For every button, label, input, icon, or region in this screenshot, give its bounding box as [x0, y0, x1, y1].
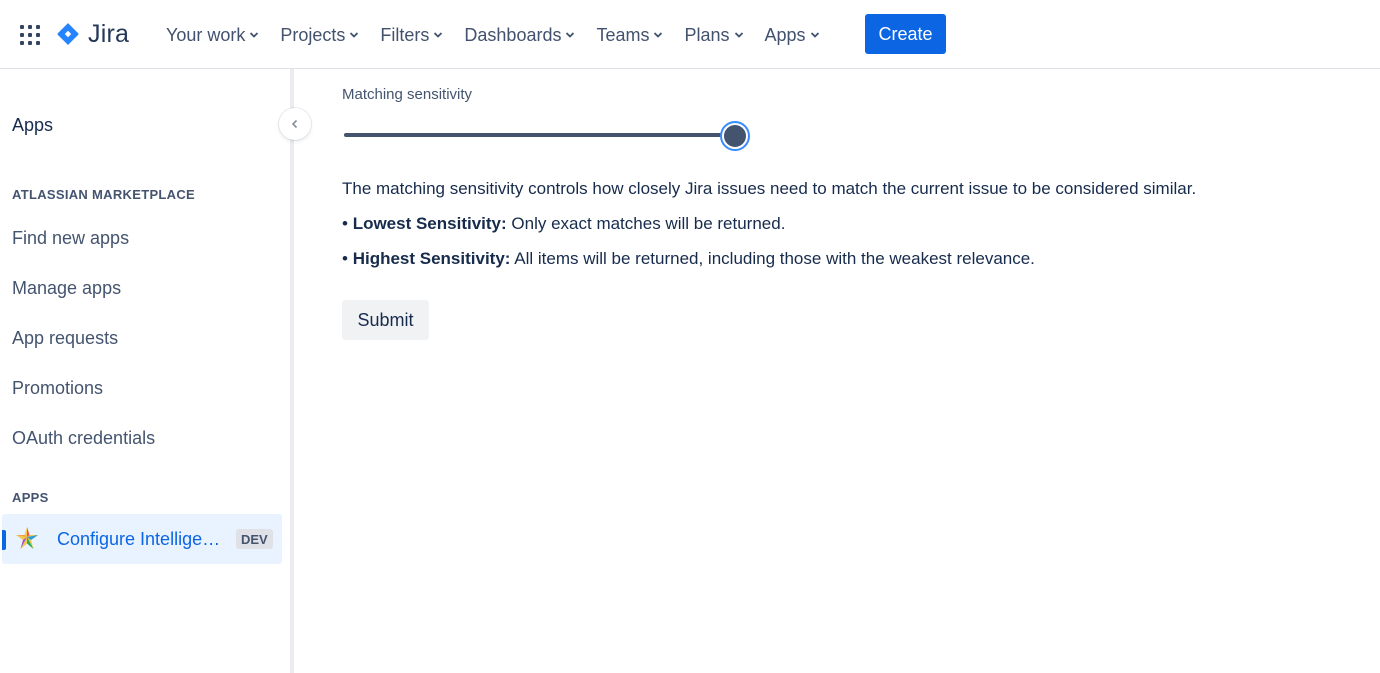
highest-sensitivity-line: • Highest Sensitivity: All items will be… [342, 249, 1035, 269]
top-navigation: Jira Your work Projects Filters Dashboar… [0, 0, 1380, 69]
jira-logo[interactable]: Jira [56, 20, 129, 48]
lowest-sensitivity-text: Only exact matches will be returned. [511, 214, 786, 233]
nav-dashboards[interactable]: Dashboards [456, 16, 583, 54]
collapse-sidebar-button[interactable] [279, 108, 311, 140]
jira-logo-icon [57, 23, 79, 45]
primary-nav: Your work Projects Filters Dashboards Te… [158, 16, 833, 54]
submit-button[interactable]: Submit [342, 300, 429, 340]
sensitivity-description: The matching sensitivity controls how cl… [342, 179, 1197, 198]
nav-teams[interactable]: Teams [588, 16, 671, 54]
chevron-down-icon [566, 32, 575, 38]
app-switcher-grid-icon[interactable] [20, 25, 40, 45]
nav-item-label: Apps [764, 24, 806, 45]
app-star-icon [16, 527, 38, 549]
nav-filters[interactable]: Filters [372, 16, 451, 54]
sidebar-item-promotions[interactable]: Promotions [12, 378, 103, 399]
sidebar-section-heading: ATLASSIAN MARKETPLACE [12, 187, 195, 202]
sidebar-item-find-new-apps[interactable]: Find new apps [12, 228, 129, 249]
nav-item-label: Teams [596, 24, 650, 45]
sidebar-section-heading: APPS [12, 490, 49, 505]
chevron-down-icon [434, 32, 443, 38]
chevron-down-icon [250, 32, 259, 38]
chevron-down-icon [350, 32, 359, 38]
slider-track[interactable] [344, 133, 736, 137]
nav-item-label: Plans [684, 24, 730, 45]
highest-sensitivity-text: All items will be returned, including th… [514, 249, 1035, 268]
nav-apps[interactable]: Apps [757, 16, 828, 54]
lowest-sensitivity-line: • Lowest Sensitivity: Only exact matches… [342, 214, 785, 234]
nav-item-label: Projects [280, 24, 346, 45]
sidebar-item-app-requests[interactable]: App requests [12, 328, 118, 349]
sidebar-item-manage-apps[interactable]: Manage apps [12, 278, 121, 299]
nav-projects[interactable]: Projects [272, 16, 367, 54]
bullet: • [342, 249, 348, 268]
nav-item-label: Your work [166, 24, 246, 45]
matching-sensitivity-label: Matching sensitivity [342, 86, 473, 103]
chevron-down-icon [654, 32, 663, 38]
highest-sensitivity-term: Highest Sensitivity: [352, 249, 511, 268]
bullet: • [342, 214, 348, 233]
nav-plans[interactable]: Plans [676, 16, 751, 54]
sidebar-item-configure-intelligent-search[interactable]: Configure Intelligent Search DEV [2, 514, 282, 564]
chevron-down-icon [734, 32, 743, 38]
sidebar-divider[interactable] [290, 69, 294, 673]
chevron-down-icon [810, 32, 819, 38]
nav-item-label: Filters [380, 24, 430, 45]
app-label: Configure Intelligent Search [57, 529, 222, 549]
nav-your-work[interactable]: Your work [158, 16, 267, 54]
create-button[interactable]: Create [865, 14, 946, 54]
jira-logo-text: Jira [88, 19, 130, 48]
sidebar-title: Apps [12, 115, 54, 135]
nav-item-label: Dashboards [464, 24, 562, 45]
lowest-sensitivity-term: Lowest Sensitivity: [352, 214, 507, 233]
selected-indicator [2, 530, 6, 550]
sidebar-item-oauth-credentials[interactable]: OAuth credentials [12, 428, 155, 449]
sidebar [0, 69, 291, 673]
chevron-left-icon [291, 119, 298, 129]
dev-badge: DEV [236, 529, 273, 549]
sensitivity-slider[interactable] [344, 120, 750, 150]
slider-thumb[interactable] [722, 123, 748, 149]
